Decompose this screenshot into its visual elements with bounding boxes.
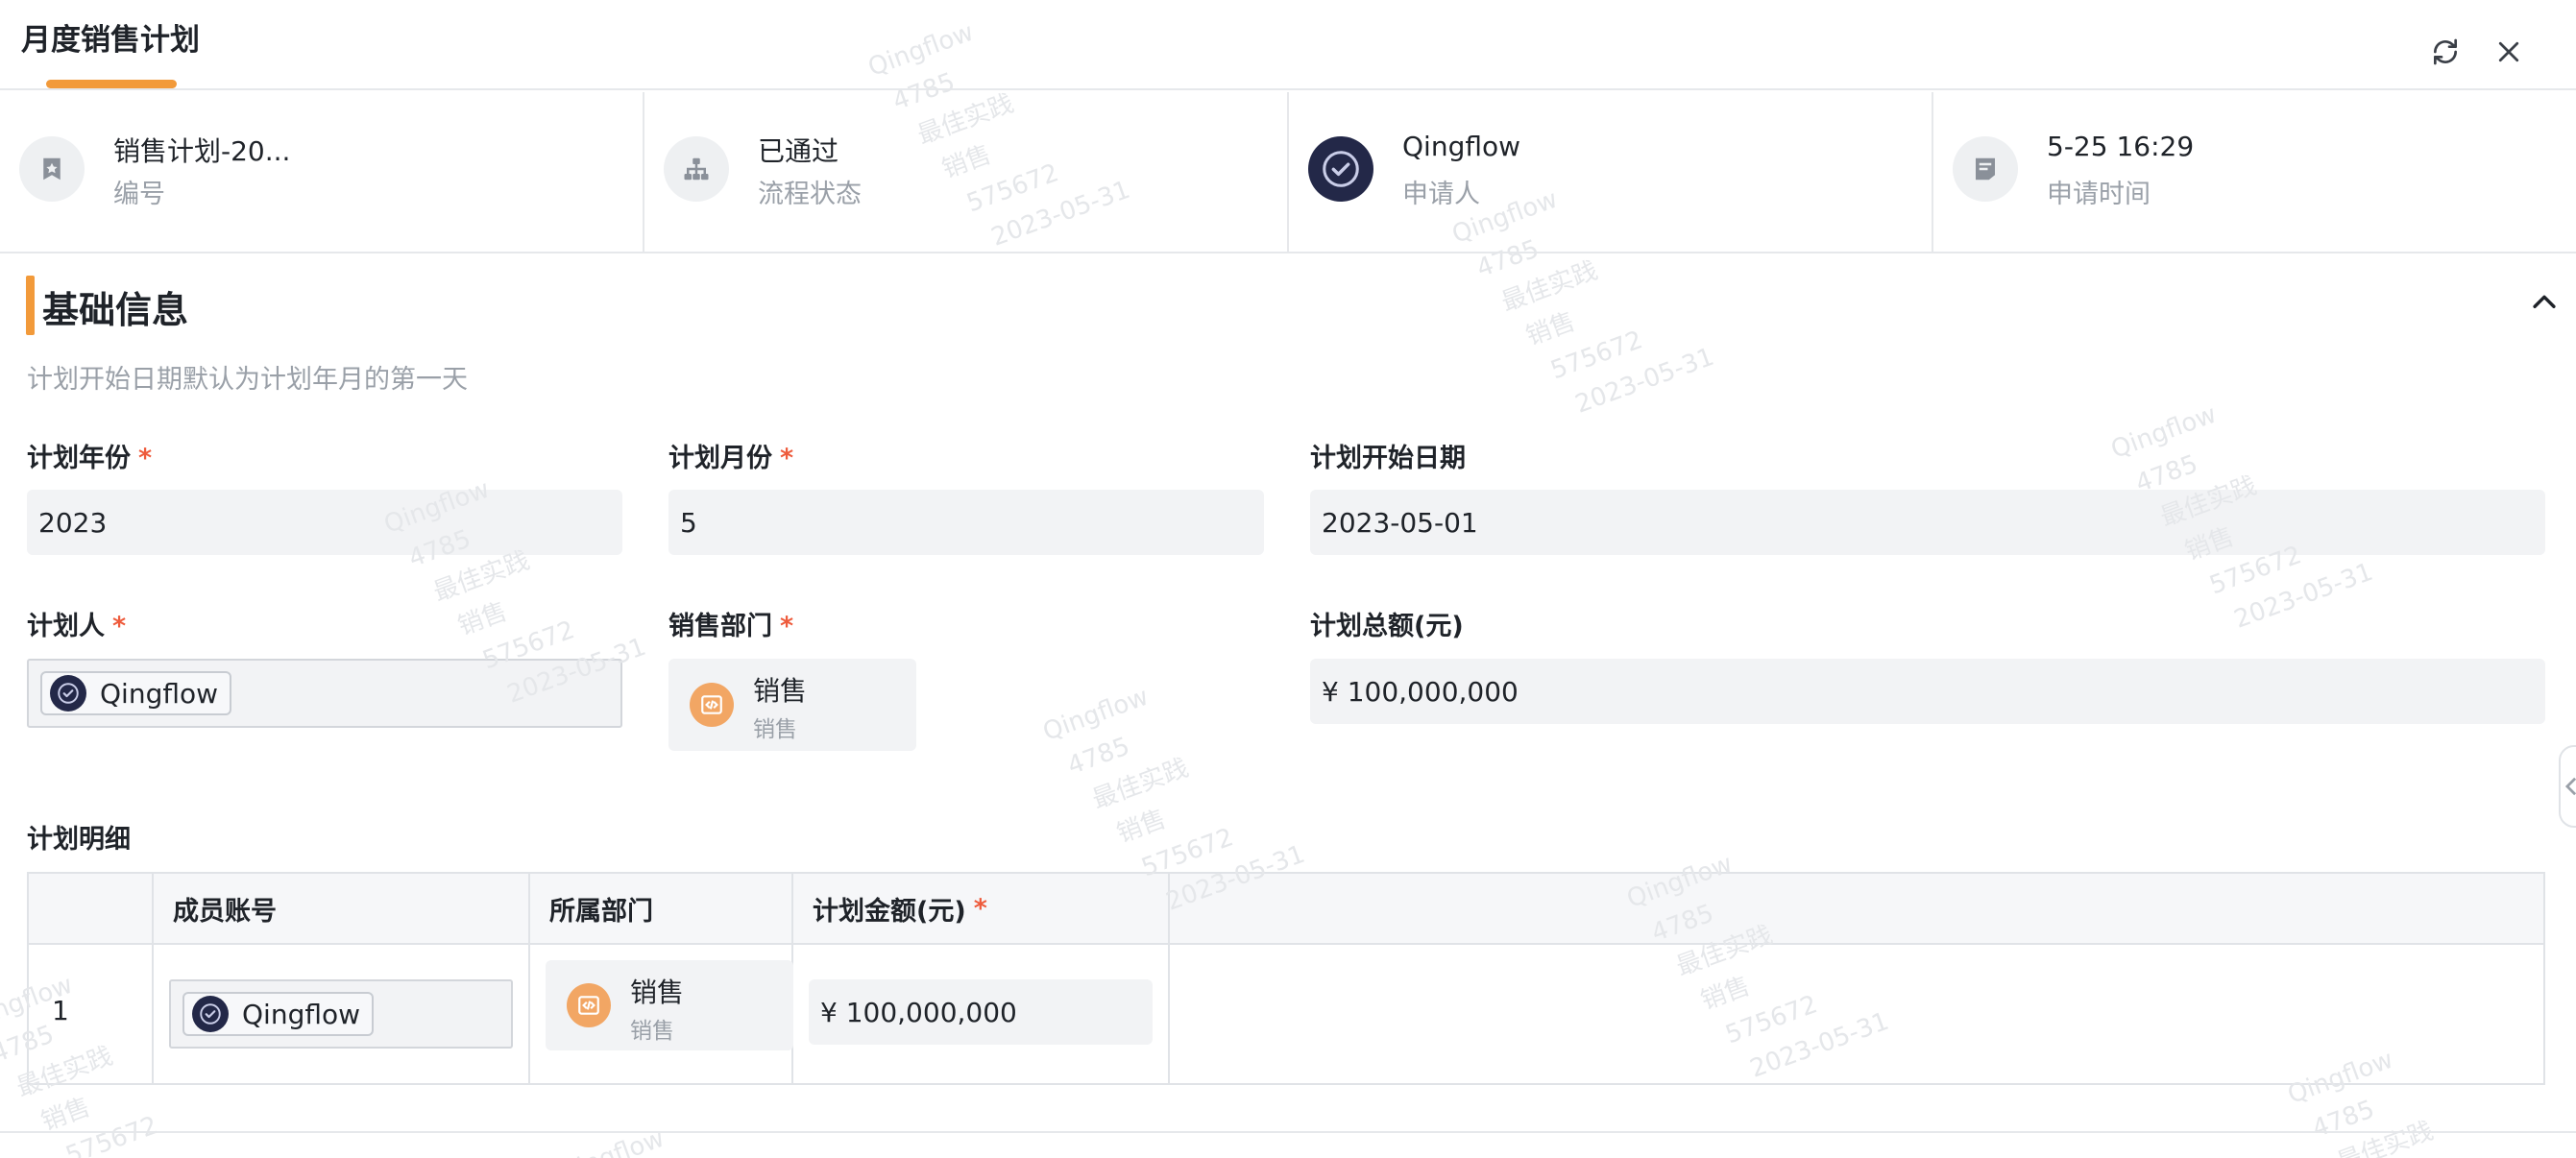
sales-dept-label: 销售部门 * (668, 605, 793, 642)
column-header-member: 成员账号 (154, 874, 530, 943)
apply-time-label: 申请时间 (2047, 180, 2151, 209)
section-description: 计划开始日期默认为计划年月的第一天 (27, 365, 468, 395)
flow-tree-icon (664, 136, 729, 202)
department-icon (567, 983, 611, 1027)
sales-dept-field[interactable]: 销售 销售 (668, 659, 916, 751)
refresh-icon (2434, 38, 2457, 65)
row-index-cell: 1 (29, 945, 154, 1083)
chevron-left-icon (2564, 777, 2576, 796)
watermark: Qingflow (555, 1123, 668, 1158)
chevron-up-icon (2533, 295, 2556, 308)
member-chip[interactable]: Qingflow (40, 671, 232, 715)
department-field[interactable]: 销售 销售 (546, 960, 793, 1050)
member-chip[interactable]: Qingflow (182, 992, 375, 1036)
dept-subtitle: 销售 (753, 717, 797, 742)
apply-time-value: 5-25 16:29 (2047, 131, 2195, 162)
record-info-bar: 销售计划-20... 编号 已通过 流程状态 Qingflow 申请人 5-25… (0, 92, 2576, 253)
title-active-indicator (46, 80, 177, 88)
avatar-icon (1308, 136, 1373, 202)
footer-divider (0, 1131, 2576, 1133)
member-cell: Qingflow (154, 945, 530, 1083)
required-mark: * (780, 612, 794, 641)
member-field[interactable]: Qingflow (169, 979, 513, 1049)
document-icon (1953, 136, 2018, 202)
info-record-number: 销售计划-20... 编号 (0, 92, 644, 252)
page-header: 月度销售计划 (0, 0, 2576, 90)
dept-name: 销售 (630, 977, 685, 1008)
close-icon (2498, 41, 2519, 62)
record-number-label: 编号 (113, 180, 165, 209)
department-icon (690, 683, 734, 727)
start-date-label: 计划开始日期 (1310, 444, 1466, 473)
info-applicant: Qingflow 申请人 (1289, 92, 1933, 252)
side-panel-handle[interactable] (2559, 745, 2576, 828)
section-collapse-button[interactable] (2522, 280, 2566, 325)
sales-dept-label-text: 销售部门 (668, 612, 772, 641)
member-chip-name: Qingflow (242, 998, 361, 1030)
plan-year-field[interactable]: 2023 (27, 490, 622, 555)
flow-status-value: 已通过 (758, 135, 839, 167)
column-header-department: 所属部门 (530, 874, 793, 943)
avatar-icon (50, 675, 86, 712)
refresh-button[interactable] (2422, 29, 2468, 75)
dept-name: 销售 (753, 675, 808, 707)
required-mark: * (780, 444, 794, 473)
record-number-value: 销售计划-20... (113, 135, 291, 167)
plan-year-label: 计划年份 * (27, 437, 152, 474)
planner-label: 计划人 * (27, 605, 126, 642)
required-mark: * (112, 612, 127, 641)
info-flow-status: 已通过 流程状态 (644, 92, 1289, 252)
bookmark-icon (19, 136, 85, 202)
plan-detail-title: 计划明细 (27, 825, 131, 855)
applicant-value: Qingflow (1402, 131, 1521, 162)
start-date-field[interactable]: 2023-05-01 (1310, 490, 2545, 555)
required-mark: * (138, 444, 153, 473)
section-title: 基础信息 (42, 289, 189, 331)
plan-month-label-text: 计划月份 (668, 444, 772, 473)
member-chip-name: Qingflow (100, 677, 219, 710)
column-header-amount: 计划金额(元) * (793, 874, 1170, 943)
planner-label-text: 计划人 (27, 612, 105, 641)
total-amount-label: 计划总额(元) (1310, 612, 1464, 641)
department-cell: 销售 销售 (530, 945, 793, 1083)
table-header: 成员账号 所属部门 计划金额(元) * (29, 874, 2543, 945)
planner-field[interactable]: Qingflow (27, 659, 622, 728)
amount-field[interactable]: ¥ 100,000,000 (809, 979, 1153, 1045)
avatar-icon (192, 996, 229, 1032)
plan-year-label-text: 计划年份 (27, 444, 131, 473)
dept-subtitle: 销售 (630, 1019, 674, 1044)
row-index: 1 (52, 995, 69, 1026)
column-header-index (29, 874, 154, 943)
plan-detail-table: 成员账号 所属部门 计划金额(元) * 1 Qingflow 销售 销售 ¥ 1… (27, 872, 2545, 1085)
applicant-label: 申请人 (1402, 180, 1480, 209)
close-button[interactable] (2486, 29, 2532, 75)
total-amount-field[interactable]: ¥ 100,000,000 (1310, 659, 2545, 724)
amount-cell: ¥ 100,000,000 (793, 945, 1170, 1083)
plan-month-field[interactable]: 5 (668, 490, 1264, 555)
flow-status-label: 流程状态 (758, 180, 862, 209)
section-accent-bar (26, 276, 35, 335)
required-mark: * (973, 893, 987, 924)
column-header-amount-text: 计划金额(元) (813, 896, 966, 927)
info-apply-time: 5-25 16:29 申请时间 (1933, 92, 2576, 252)
plan-month-label: 计划月份 * (668, 437, 793, 474)
page-title: 月度销售计划 (21, 23, 200, 58)
